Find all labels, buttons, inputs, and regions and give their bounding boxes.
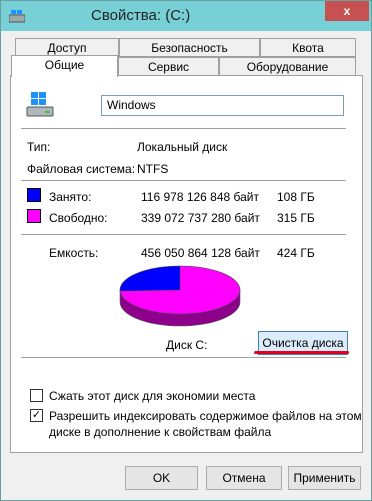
pie-slice-used (119, 265, 181, 292)
tab-hardware[interactable]: Оборудование (219, 57, 356, 76)
used-bytes: 116 978 126 848 байт (141, 190, 260, 204)
tab-service[interactable]: Сервис (118, 57, 219, 76)
title-bar[interactable]: Свойства: (C:) x (1, 1, 371, 31)
used-size: 108 ГБ (277, 190, 315, 204)
disk-label: Диск C: (166, 338, 208, 352)
cancel-button[interactable]: Отмена (206, 466, 282, 490)
free-label: Свободно: (49, 211, 108, 225)
free-bytes: 339 072 737 280 байт (141, 211, 260, 225)
index-label-line2[interactable]: диске в дополнение к свойствам файла (49, 425, 271, 439)
tab-security[interactable]: Безопасность (119, 38, 260, 57)
free-size: 315 ГБ (277, 211, 315, 225)
ok-button[interactable]: OK (125, 466, 198, 490)
window-title: Свойства: (C:) (91, 7, 191, 24)
separator (21, 128, 346, 129)
tab-general[interactable]: Общие (11, 55, 118, 77)
free-color-swatch (27, 209, 41, 223)
apply-button[interactable]: Применить (288, 466, 361, 490)
volume-name-input[interactable]: Windows (101, 95, 344, 116)
tab-quota[interactable]: Квота (260, 38, 356, 57)
capacity-label: Емкость: (49, 246, 99, 260)
capacity-bytes: 456 050 864 128 байт (141, 246, 260, 260)
compress-label[interactable]: Сжать этот диск для экономии места (49, 389, 255, 403)
compress-checkbox[interactable] (30, 389, 43, 402)
used-color-swatch (27, 188, 41, 202)
drive-icon (26, 92, 54, 117)
filesystem-value: NTFS (137, 162, 169, 176)
general-panel: Windows Тип: Локальный диск Файловая сис… (10, 75, 363, 453)
properties-window: Свойства: (C:) x Доступ Безопасность Кво… (0, 0, 372, 501)
type-label: Тип: (27, 140, 51, 154)
highlight-underline (254, 351, 349, 354)
drive-icon (9, 10, 25, 23)
disk-usage-pie-chart (119, 265, 241, 327)
separator (21, 234, 346, 235)
filesystem-label: Файловая система: (27, 162, 136, 176)
index-label-line1[interactable]: Разрешить индексировать содержимое файло… (49, 409, 362, 423)
type-value: Локальный диск (137, 140, 228, 154)
index-checkbox[interactable]: ✓ (30, 409, 43, 422)
used-label: Занято: (49, 190, 92, 204)
close-button[interactable]: x (325, 1, 369, 21)
capacity-size: 424 ГБ (277, 246, 315, 260)
separator (21, 180, 346, 181)
separator (21, 357, 346, 358)
checkmark-icon: ✓ (31, 409, 42, 421)
